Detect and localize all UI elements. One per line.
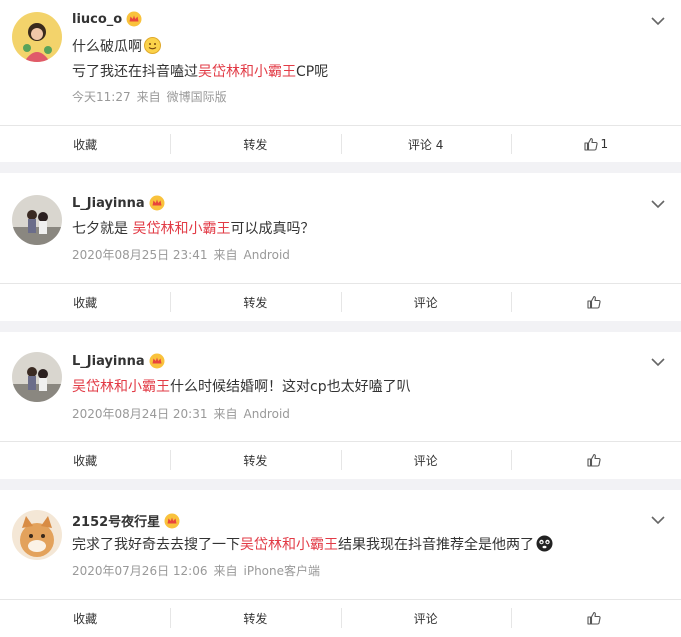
source[interactable]: Android: [244, 248, 290, 262]
repost-label: 转发: [243, 453, 268, 468]
highlight-link[interactable]: 吴岱林和小霸王: [132, 221, 230, 237]
like-button[interactable]: [510, 284, 681, 320]
username-text[interactable]: liuco_o: [72, 12, 122, 27]
comment-text: 吴岱林和小霸王什么时候结婚啊！这对cp也太好嗑了叭: [72, 377, 411, 397]
text-segment: 完求了我好奇去去搜了一下: [72, 537, 240, 553]
source[interactable]: Android: [244, 407, 290, 421]
repost-label: 转发: [243, 611, 268, 626]
text-segment: 可以成真吗？: [230, 221, 315, 237]
chevron-down-icon[interactable]: [651, 16, 665, 26]
comment-meta: 2020年08月24日 20:31 来自 Android: [72, 405, 296, 422]
text-segment: 亏了我还在抖音嗑过: [72, 64, 198, 80]
timestamp: 2020年07月26日 12:06: [72, 564, 208, 578]
comment-button[interactable]: 评论: [340, 284, 511, 320]
action-bar: 收藏 转发 评论 4 1: [0, 125, 681, 162]
source-prefix: 来自: [136, 90, 161, 104]
like-count: 1: [600, 137, 609, 151]
avatar[interactable]: [12, 195, 62, 245]
chevron-down-icon[interactable]: [651, 357, 665, 367]
smile-emoji-icon: [144, 37, 161, 54]
comment-card: L_Jiayinna 七夕就是 吴岱林和小霸王可以成真吗？ 2020年08月25…: [0, 173, 681, 321]
collect-label: 收藏: [73, 453, 98, 468]
comment-text-line1: 什么破瓜啊: [72, 39, 142, 55]
like-button[interactable]: [510, 600, 681, 636]
highlight-link[interactable]: 吴岱林和小霸王: [240, 537, 338, 553]
repost-button[interactable]: 转发: [170, 442, 340, 478]
repost-button[interactable]: 转发: [170, 284, 340, 320]
text-segment: 七夕就是: [72, 221, 133, 237]
scared-emoji-icon: [536, 535, 553, 552]
comment-label: 评论: [413, 611, 438, 626]
collect-button[interactable]: 收藏: [0, 442, 170, 478]
vip-crown-icon: [149, 353, 165, 369]
comment-button[interactable]: 评论 4: [340, 126, 511, 162]
thumbs-up-icon: [587, 453, 601, 467]
like-button[interactable]: 1: [510, 126, 681, 162]
text-segment: CP呢: [296, 64, 329, 80]
comment-label: 评论 4: [407, 137, 444, 152]
vip-crown-icon: [164, 513, 180, 528]
comment-card: 2152号夜行星 完求了我好奇去去搜了一下吴岱林和小霸王结果我现在抖音推荐全是他…: [0, 490, 681, 637]
repost-label: 转发: [243, 295, 268, 310]
source[interactable]: 微博国际版: [167, 90, 227, 104]
username[interactable]: 2152号夜行星: [72, 511, 180, 530]
source[interactable]: iPhone客户端: [244, 564, 321, 578]
vip-crown-icon: [149, 195, 165, 211]
avatar[interactable]: [12, 352, 62, 402]
comment-card: liuco_o 什么破瓜啊 亏了我还在抖音嗑过吴岱林和小霸王CP呢 今天11:2…: [0, 0, 681, 162]
comment-text: 七夕就是 吴岱林和小霸王可以成真吗？: [72, 219, 314, 239]
username-text[interactable]: L_Jiayinna: [72, 354, 145, 369]
action-bar: 收藏 转发 评论: [0, 283, 681, 320]
repost-label: 转发: [243, 137, 268, 152]
comment-label: 评论: [413, 295, 438, 310]
comment-text: 什么破瓜啊: [72, 37, 161, 57]
comment-button[interactable]: 评论: [340, 600, 511, 636]
comment-button[interactable]: 评论: [340, 442, 511, 478]
repost-button[interactable]: 转发: [170, 600, 340, 636]
comment-meta: 今天11:27 来自 微博国际版: [72, 88, 233, 105]
collect-button[interactable]: 收藏: [0, 126, 170, 162]
source-prefix: 来自: [213, 407, 238, 421]
chevron-down-icon[interactable]: [651, 515, 665, 525]
username[interactable]: L_Jiayinna: [72, 353, 165, 369]
comment-label: 评论: [413, 453, 438, 468]
comment-text-line2: 亏了我还在抖音嗑过吴岱林和小霸王CP呢: [72, 62, 328, 82]
avatar[interactable]: [12, 12, 62, 62]
chevron-down-icon[interactable]: [651, 199, 665, 209]
timestamp: 2020年08月24日 20:31: [72, 407, 208, 421]
timestamp: 今天11:27: [72, 90, 131, 104]
avatar[interactable]: [12, 510, 62, 560]
timestamp: 2020年08月25日 23:41: [72, 248, 208, 262]
thumbs-up-icon: [587, 611, 601, 625]
comment-text: 完求了我好奇去去搜了一下吴岱林和小霸王结果我现在抖音推荐全是他两了: [72, 535, 553, 555]
username[interactable]: liuco_o: [72, 11, 142, 27]
thumbs-up-icon: [587, 295, 601, 309]
text-segment: 什么时候结婚啊！这对cp也太好嗑了叭: [170, 379, 411, 395]
collect-button[interactable]: 收藏: [0, 600, 170, 636]
collect-label: 收藏: [73, 611, 98, 626]
source-prefix: 来自: [213, 564, 238, 578]
action-bar: 收藏 转发 评论: [0, 599, 681, 636]
collect-button[interactable]: 收藏: [0, 284, 170, 320]
username-text[interactable]: 2152号夜行星: [72, 511, 160, 530]
comment-meta: 2020年07月26日 12:06 来自 iPhone客户端: [72, 562, 326, 579]
comment-meta: 2020年08月25日 23:41 来自 Android: [72, 246, 296, 263]
collect-label: 收藏: [73, 137, 98, 152]
action-bar: 收藏 转发 评论: [0, 441, 681, 478]
collect-label: 收藏: [73, 295, 98, 310]
username[interactable]: L_Jiayinna: [72, 195, 165, 211]
thumbs-up-icon: [583, 137, 598, 151]
source-prefix: 来自: [213, 248, 238, 262]
comment-card: L_Jiayinna 吴岱林和小霸王什么时候结婚啊！这对cp也太好嗑了叭 202…: [0, 332, 681, 479]
vip-crown-icon: [126, 11, 142, 27]
highlight-link[interactable]: 吴岱林和小霸王: [72, 379, 170, 395]
highlight-link[interactable]: 吴岱林和小霸王: [198, 64, 296, 80]
like-button[interactable]: [510, 442, 681, 478]
comment-feed: liuco_o 什么破瓜啊 亏了我还在抖音嗑过吴岱林和小霸王CP呢 今天11:2…: [0, 0, 681, 637]
text-segment: 结果我现在抖音推荐全是他两了: [338, 537, 534, 553]
repost-button[interactable]: 转发: [170, 126, 340, 162]
username-text[interactable]: L_Jiayinna: [72, 196, 145, 211]
